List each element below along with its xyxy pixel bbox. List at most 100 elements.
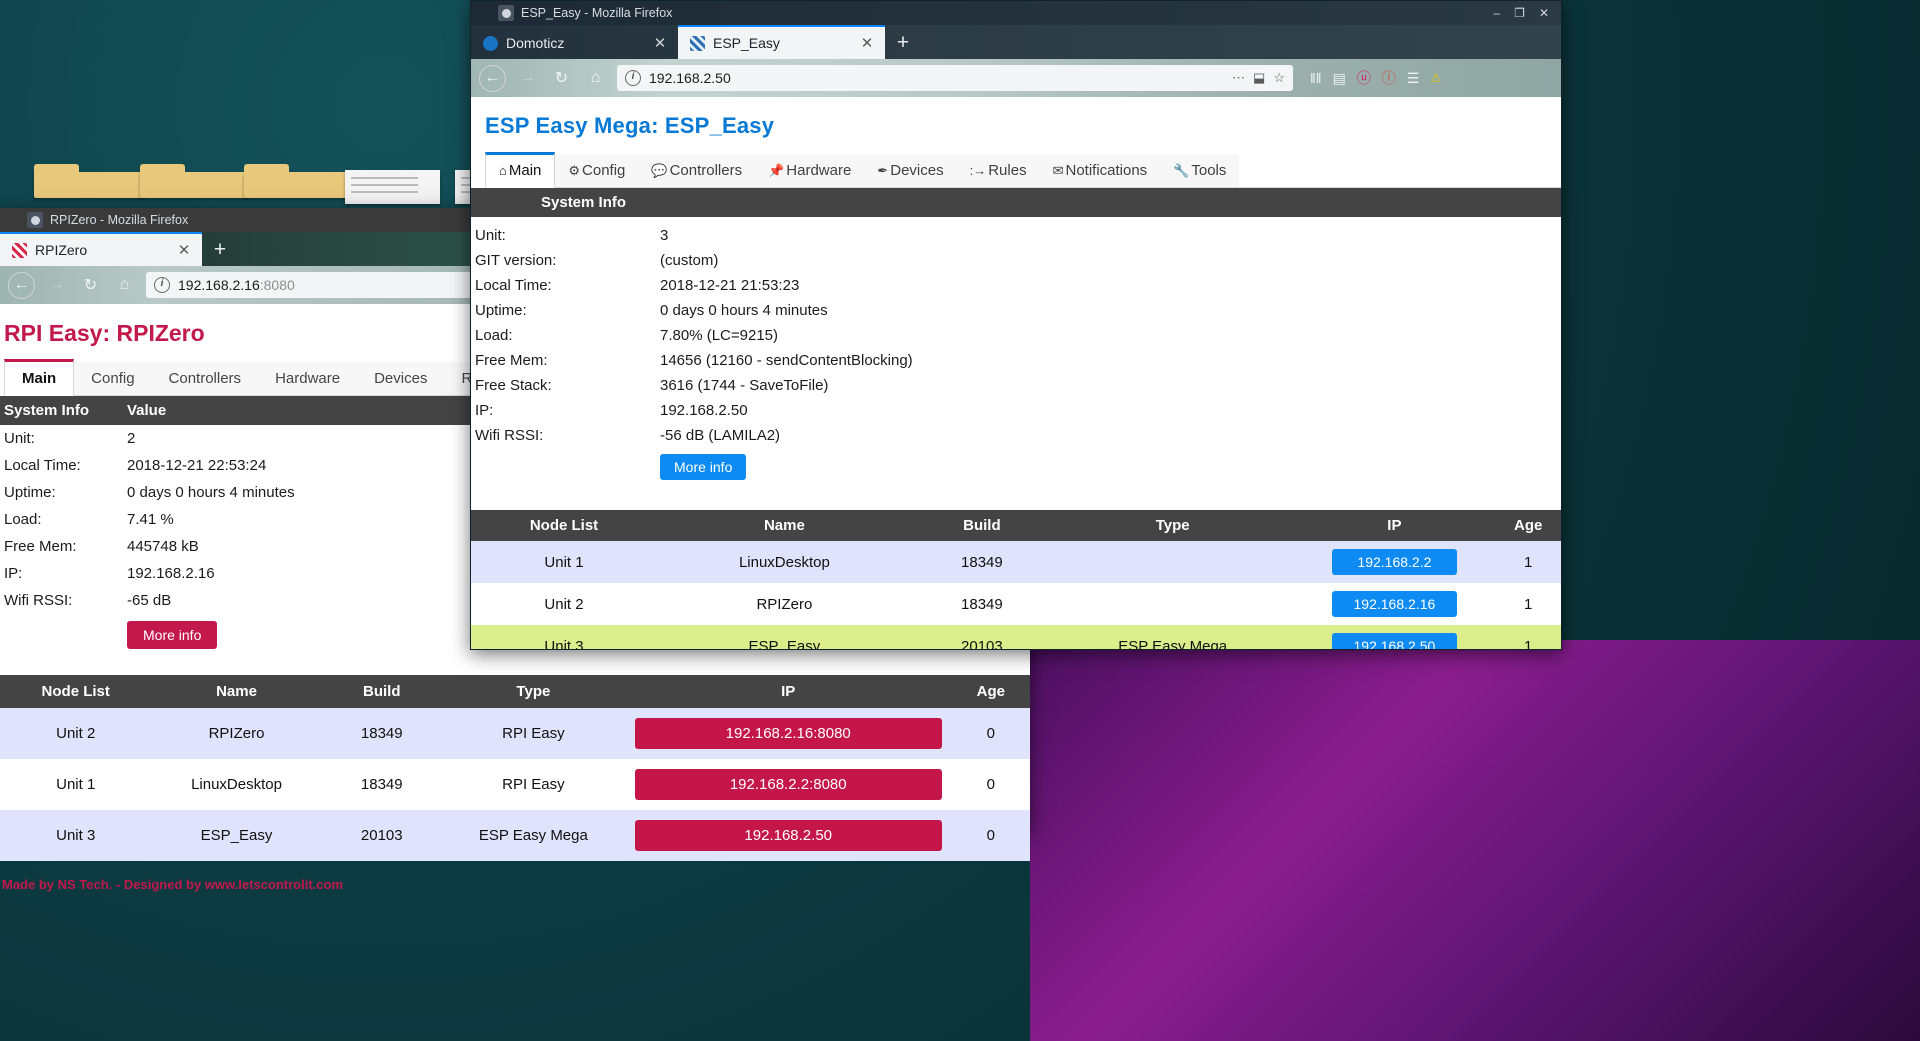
footer-link[interactable]: www.letscontrolit.com (205, 877, 343, 892)
espeasy-tab-hardware[interactable]: 📌 Hardware (755, 155, 865, 187)
node-cell-unit: Unit 1 (471, 541, 658, 583)
library-icon[interactable]: ‖‖ (1310, 70, 1322, 86)
site-info-icon[interactable]: i (154, 277, 170, 293)
node-col-build: Build (911, 510, 1053, 541)
espeasy-navigation-bar: ← → ↻ ⌂ i 192.168.2.50 ⋯ ⬓ ☆ ‖‖ ▤ ⓤ ⓘ ☰ … (471, 59, 1561, 97)
menu-hamburger-icon[interactable]: ☰ (1407, 70, 1420, 87)
reload-button-icon[interactable]: ↻ (78, 273, 103, 298)
desktop-folder-icon (244, 164, 354, 198)
node-ip-link-button[interactable]: 192.168.2.50 (1331, 633, 1457, 649)
reload-button-icon[interactable]: ↻ (549, 66, 574, 91)
footer-mid: - Designed by (115, 877, 202, 892)
node-ip-link-button[interactable]: 192.168.2.16:8080 (634, 718, 942, 749)
system-info-key: Uptime: (4, 484, 56, 501)
back-button-icon[interactable]: ← (8, 271, 35, 299)
new-tab-button[interactable]: + (202, 234, 238, 266)
espeasy-tab-devices[interactable]: ✒ Devices (864, 155, 957, 187)
espeasy-tab-controllers[interactable]: 💬 Controllers (638, 155, 756, 187)
node-table-row: Unit 3 ESP_Easy 20103 ESP Easy Mega 192.168.… (0, 810, 1030, 861)
system-info-row: Free Stack: 3616 (1744 - SaveToFile) (471, 373, 1561, 398)
rpizero-tab-controllers[interactable]: Controllers (151, 362, 259, 395)
system-info-row: Uptime: 0 days 0 hours 4 minutes (471, 298, 1561, 323)
more-info-button[interactable]: More info (660, 454, 747, 480)
browser-tab-espeasy[interactable]: ESP_Easy ✕ (678, 25, 885, 59)
node-cell-unit: Unit 3 (471, 625, 658, 649)
system-info-key: Load: (475, 327, 513, 344)
node-cell-unit: Unit 2 (544, 595, 584, 613)
warning-icon[interactable]: ⚠ (1430, 71, 1441, 85)
espeasy-tab-rules[interactable]: :→ Rules (956, 155, 1040, 187)
forward-button-icon[interactable]: → (515, 66, 540, 91)
node-col-type: Type (441, 675, 625, 708)
rpizero-window-title: RPIZero - Mozilla Firefox (50, 213, 189, 227)
system-info-value: 192.168.2.50 (660, 402, 748, 419)
node-cell-type: RPI Easy (441, 708, 625, 759)
node-ip-link-button[interactable]: 192.168.2.2:8080 (634, 769, 942, 800)
back-button-icon[interactable]: ← (479, 64, 506, 92)
close-window-icon[interactable]: ✕ (1539, 6, 1549, 20)
tab-label: Config (582, 162, 626, 179)
rpizero-node-table-header: Node List Name Build Type IP Age (0, 675, 1030, 708)
rpizero-tab-devices[interactable]: Devices (357, 362, 445, 395)
node-cell-ip: 192.168.2.50 (624, 810, 952, 861)
tools-icon: 🔧 (1173, 163, 1190, 178)
browser-tab-rpizero[interactable]: RPIZero ✕ (0, 232, 202, 266)
node-ip-link-button[interactable]: 192.168.2.2 (1331, 549, 1457, 575)
pocket-icon[interactable]: ⬓ (1253, 70, 1265, 86)
system-info-value: 7.80% (LC=9215) (660, 327, 778, 344)
site-info-icon[interactable]: i (625, 70, 641, 86)
rpizero-tab-hardware[interactable]: Hardware (258, 362, 358, 395)
node-ip-link-button[interactable]: 192.168.2.50 (634, 820, 942, 851)
node-cell-unit: Unit 2 (0, 708, 152, 759)
node-col-node-list: Node List (471, 510, 658, 541)
espeasy-address-bar[interactable]: i 192.168.2.50 ⋯ ⬓ ☆ (617, 65, 1293, 91)
rules-icon: :→ (969, 163, 987, 178)
espeasy-firefox-window[interactable]: ESP_Easy - Mozilla Firefox – ❐ ✕ Domotic… (470, 0, 1562, 650)
espeasy-page-content: ESP Easy Mega: ESP_Easy ⌂ Main ⚙ Config 💬 Con… (471, 97, 1561, 649)
new-tab-button[interactable]: + (885, 27, 921, 59)
close-tab-icon[interactable]: ✕ (859, 36, 875, 51)
system-info-key: Load: (4, 511, 42, 528)
node-col-name: Name (657, 510, 912, 541)
node-cell-type (1052, 583, 1293, 625)
minimize-button-icon[interactable]: – (1493, 6, 1500, 20)
footer-brand: NS Tech. (57, 877, 113, 892)
system-info-value: 3616 (1744 - SaveToFile) (660, 377, 829, 394)
browser-tab-label: RPIZero (35, 242, 88, 258)
close-tab-icon[interactable]: ✕ (652, 36, 668, 51)
system-info-key: Local Time: (4, 457, 81, 474)
espeasy-tab-main[interactable]: ⌂ Main (485, 152, 556, 188)
node-ip-link-button[interactable]: 192.168.2.16 (1331, 591, 1457, 617)
node-col-age: Age (1495, 510, 1561, 541)
node-cell-age: 0 (951, 810, 1030, 861)
close-tab-icon[interactable]: ✕ (176, 243, 192, 258)
espeasy-tab-config[interactable]: ⚙ Config (555, 155, 639, 187)
espeasy-tab-notifications[interactable]: ✉ Notifications (1039, 155, 1161, 187)
window-app-icon (498, 5, 514, 21)
window-controls: – ❐ ✕ (1493, 6, 1555, 20)
hardware-icon: 📌 (768, 163, 785, 178)
desktop-folder-icon (34, 164, 144, 198)
bookmark-star-icon[interactable]: ☆ (1273, 70, 1285, 86)
home-button-icon[interactable]: ⌂ (112, 273, 137, 298)
maximize-button-icon[interactable]: ❐ (1514, 6, 1525, 20)
node-cell-build: 18349 (360, 776, 403, 793)
browser-tab-domoticz[interactable]: Domoticz ✕ (471, 27, 678, 59)
rpizero-tab-config[interactable]: Config (74, 362, 152, 395)
account-icon[interactable]: ⓘ (1382, 68, 1396, 88)
container-tab-icon[interactable]: ⓤ (1357, 68, 1371, 88)
forward-button-icon[interactable]: → (44, 273, 69, 298)
system-info-row: Wifi RSSI: -56 dB (LAMILA2) (471, 423, 1561, 448)
rpizero-tab-main[interactable]: Main (4, 359, 75, 396)
node-cell-unit: Unit 3 (0, 810, 152, 861)
sidebar-icon[interactable]: ▤ (1333, 70, 1346, 87)
page-actions-icon[interactable]: ⋯ (1232, 70, 1245, 86)
espeasy-node-list-table: Node List Name Build Type IP Age Unit 1 LinuxD… (471, 510, 1561, 649)
node-cell-type: RPI Easy (502, 776, 565, 793)
more-info-button[interactable]: More info (127, 621, 218, 649)
espeasy-tab-tools[interactable]: 🔧 Tools (1160, 155, 1240, 187)
system-info-key: Free Mem: (4, 538, 77, 555)
home-button-icon[interactable]: ⌂ (583, 66, 608, 91)
system-info-value: (custom) (660, 252, 719, 269)
system-info-key: Unit: (4, 430, 35, 447)
